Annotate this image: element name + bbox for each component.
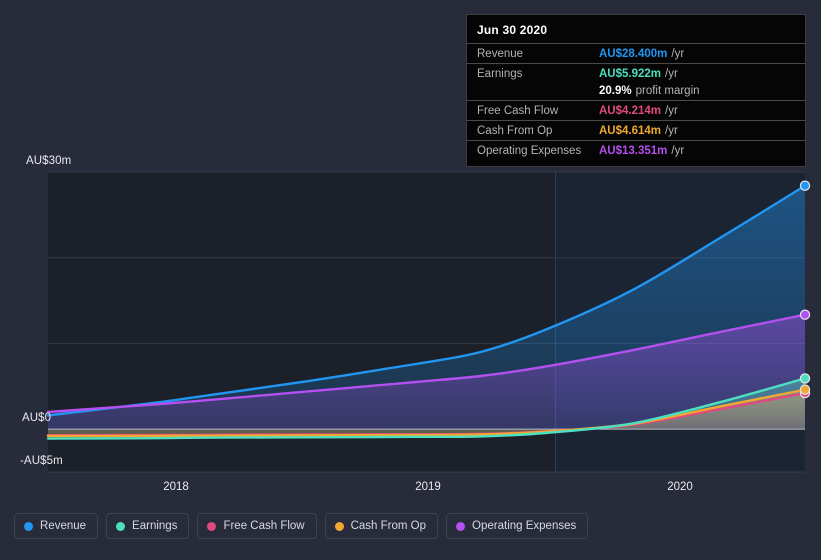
legend-item-operating-expenses[interactable]: Operating Expenses [446,513,589,539]
chart-page: AU$30m AU$0 -AU$5m 2018 2019 2020 Jun 30… [0,0,821,560]
legend-dot-cash-from-op-icon [334,521,344,531]
tooltip-date: Jun 30 2020 [477,23,548,37]
tooltip-value-earnings: AU$5.922m [599,68,662,80]
legend-label-cash-from-op: Cash From Op [350,520,427,532]
tooltip-label-operating-expenses: Operating Expenses [477,145,582,157]
tooltip-unit-revenue: /yr [671,48,685,60]
tooltip-row-revenue: Revenue AU$28.400m /yr [467,43,805,63]
legend-item-cash-from-op[interactable]: Cash From Op [324,513,439,539]
tooltip-label-cash-from-op: Cash From Op [477,125,553,137]
legend-item-revenue[interactable]: Revenue [14,513,99,539]
y-axis-label-top: AU$30m [26,155,72,167]
tooltip-unit-cash-from-op: /yr [665,125,678,137]
legend-label-revenue: Revenue [40,520,87,532]
tooltip-row-operating-expenses: Operating Expenses AU$13.351m /yr [467,140,805,160]
legend-dot-operating-expenses-icon [456,521,466,531]
tooltip-label-free-cash-flow: Free Cash Flow [477,105,559,117]
tooltip-row-earnings: Earnings AU$5.922m /yr [467,63,805,83]
tooltip-value-operating-expenses: AU$13.351m [599,145,668,157]
data-tooltip: Jun 30 2020 Revenue AU$28.400m /yr Earni… [466,14,806,167]
x-axis-label-2018: 2018 [163,481,189,493]
tooltip-label-earnings: Earnings [477,68,523,80]
tooltip-unit-free-cash-flow: /yr [665,105,678,117]
tooltip-row-profit-margin: 20.9% profit margin [467,83,805,100]
tooltip-label-revenue: Revenue [477,48,524,60]
legend-dot-free-cash-flow-icon [207,521,217,531]
legend-label-free-cash-flow: Free Cash Flow [223,520,305,532]
tooltip-row-cash-from-op: Cash From Op AU$4.614m /yr [467,120,805,140]
legend-dot-revenue-icon [24,521,33,531]
tooltip-value-free-cash-flow: AU$4.214m [599,105,662,117]
x-axis-label-2019: 2019 [415,481,441,493]
x-axis-label-2020: 2020 [667,481,693,493]
tooltip-value-revenue: AU$28.400m [599,48,668,60]
tooltip-row-free-cash-flow: Free Cash Flow AU$4.214m /yr [467,100,805,120]
legend-dot-earnings-icon [116,521,126,531]
legend-label-operating-expenses: Operating Expenses [472,520,577,532]
legend-label-earnings: Earnings [132,520,178,532]
chart-legend: Revenue Earnings Free Cash Flow Cash Fro… [14,513,589,539]
tooltip-label-profit-margin: profit margin [635,84,700,97]
tooltip-unit-operating-expenses: /yr [671,145,685,157]
y-axis-label-bottom: -AU$5m [20,455,63,467]
legend-item-earnings[interactable]: Earnings [106,513,190,539]
tooltip-value-cash-from-op: AU$4.614m [599,125,662,137]
y-axis-label-zero: AU$0 [22,412,52,424]
tooltip-value-profit-margin: 20.9% [599,84,632,97]
legend-item-free-cash-flow[interactable]: Free Cash Flow [197,513,317,539]
tooltip-unit-earnings: /yr [665,68,678,80]
